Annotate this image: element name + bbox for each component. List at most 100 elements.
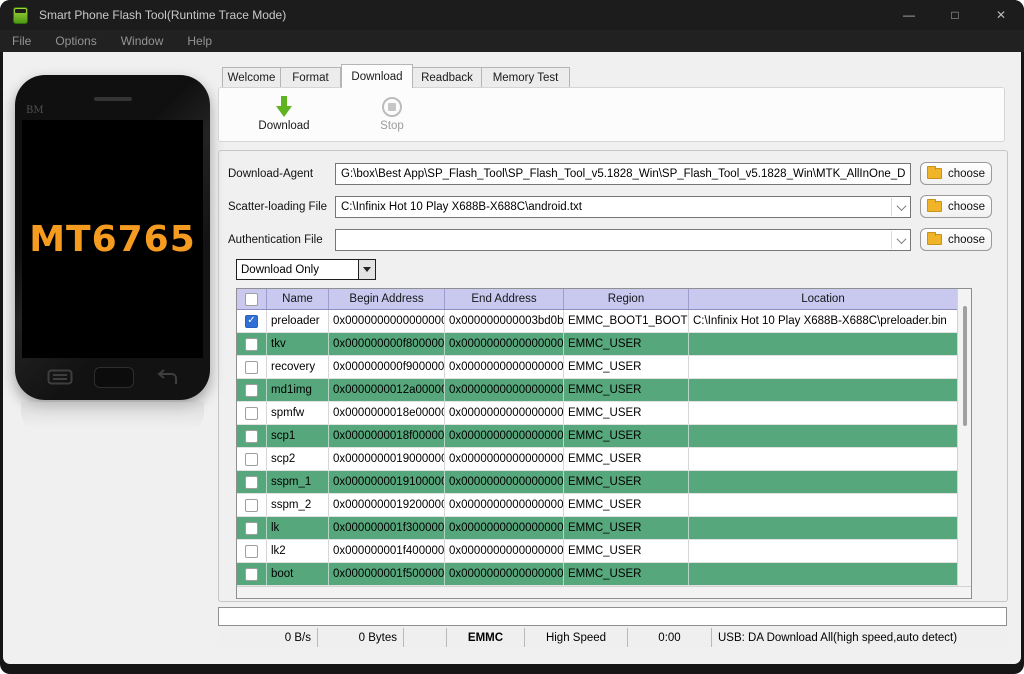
cell-end: 0x0000000000000000 (445, 563, 564, 585)
table-row[interactable]: preloader0x00000000000000000x00000000000… (237, 310, 957, 333)
title-bar: Smart Phone Flash Tool(Runtime Trace Mod… (0, 0, 1024, 30)
menu-help[interactable]: Help (175, 30, 224, 52)
cell-begin: 0x0000000019100000 (329, 471, 445, 493)
table-row[interactable]: sspm_10x00000000191000000x00000000000000… (237, 471, 957, 494)
row-checkbox[interactable] (245, 430, 258, 443)
col-name: Name (267, 289, 329, 309)
menu-file[interactable]: File (0, 30, 43, 52)
dropdown-arrow-icon[interactable] (358, 260, 375, 279)
minimize-button[interactable]: — (886, 0, 932, 30)
row-checkbox[interactable] (245, 453, 258, 466)
maximize-button[interactable]: □ (932, 0, 978, 30)
row-checkbox-cell (237, 402, 267, 424)
cell-end: 0x0000000000000000 (445, 471, 564, 493)
phone-screen: MT6765 (22, 120, 203, 358)
cell-begin: 0x0000000000000000 (329, 310, 445, 332)
tab-download[interactable]: Download (341, 64, 413, 88)
stop-button-label: Stop (347, 120, 437, 132)
table-row[interactable]: md1img0x0000000012a000000x00000000000000… (237, 379, 957, 402)
table-row[interactable]: recovery0x000000000f9000000x000000000000… (237, 356, 957, 379)
row-checkbox[interactable] (245, 568, 258, 581)
row-checkbox-cell (237, 448, 267, 470)
row-checkbox[interactable] (245, 545, 258, 558)
folder-icon (927, 201, 942, 212)
folder-icon (927, 234, 942, 245)
cell-name: sspm_1 (267, 471, 329, 493)
tab-readback[interactable]: Readback (413, 67, 482, 88)
table-row[interactable]: boot0x000000001f5000000x0000000000000000… (237, 563, 957, 586)
menu-nav-icon (47, 369, 73, 385)
cell-location (689, 379, 957, 401)
auth-combo-arrow-icon[interactable] (891, 231, 910, 249)
auth-file-input[interactable] (335, 229, 911, 251)
table-row[interactable]: scp10x0000000018f000000x0000000000000000… (237, 425, 957, 448)
table-row[interactable]: sspm_20x00000000192000000x00000000000000… (237, 494, 957, 517)
status-time: 0:00 (628, 628, 712, 647)
cell-location (689, 425, 957, 447)
phone-reflection (21, 402, 204, 436)
cell-location (689, 517, 957, 539)
cell-name: boot (267, 563, 329, 585)
cell-location (689, 356, 957, 378)
scrollbar-thumb[interactable] (963, 306, 967, 426)
app-window: Smart Phone Flash Tool(Runtime Trace Mod… (0, 0, 1024, 674)
status-bar: 0 B/s 0 Bytes EMMC High Speed 0:00 USB: … (218, 628, 1007, 647)
row-checkbox[interactable] (245, 407, 258, 420)
download-button[interactable]: Download (239, 94, 329, 132)
scatter-file-input[interactable] (335, 196, 911, 218)
table-row[interactable]: lk20x000000001f4000000x0000000000000000E… (237, 540, 957, 563)
table-row[interactable]: scp20x00000000190000000x0000000000000000… (237, 448, 957, 471)
table-vertical-scrollbar[interactable] (957, 289, 971, 586)
download-agent-choose-button[interactable]: choose (920, 162, 992, 185)
window-controls: — □ ✕ (886, 0, 1024, 30)
cell-region: EMMC_BOOT1_BOOT2 (564, 310, 689, 332)
row-checkbox[interactable] (245, 384, 258, 397)
progress-bar (218, 607, 1007, 626)
scatter-combo-arrow-icon[interactable] (891, 198, 910, 216)
phone-brand-label: BM (26, 105, 44, 116)
table-row[interactable]: lk0x000000001f3000000x0000000000000000EM… (237, 517, 957, 540)
row-checkbox-cell (237, 563, 267, 585)
auth-file-label: Authentication File (228, 234, 323, 246)
auth-file-choose-button[interactable]: choose (920, 228, 992, 251)
chipset-label: MT6765 (29, 219, 196, 260)
download-agent-input[interactable] (335, 163, 911, 185)
row-checkbox-cell (237, 310, 267, 332)
cell-name: recovery (267, 356, 329, 378)
close-button[interactable]: ✕ (978, 0, 1024, 30)
select-all-checkbox[interactable] (245, 293, 258, 306)
cell-name: tkv (267, 333, 329, 355)
table-row[interactable]: tkv0x000000000f8000000x0000000000000000E… (237, 333, 957, 356)
cell-end: 0x0000000000000000 (445, 425, 564, 447)
status-empty (404, 628, 447, 647)
cell-begin: 0x0000000012a00000 (329, 379, 445, 401)
row-checkbox-cell (237, 494, 267, 516)
phone-graphic: BM MT6765 (15, 75, 210, 400)
menu-options[interactable]: Options (43, 30, 108, 52)
row-checkbox[interactable] (245, 315, 258, 328)
table-row[interactable]: spmfw0x0000000018e000000x000000000000000… (237, 402, 957, 425)
download-agent-label: Download-Agent (228, 168, 313, 180)
tab-memory-test[interactable]: Memory Test (482, 67, 570, 88)
row-checkbox[interactable] (245, 361, 258, 374)
tab-welcome[interactable]: Welcome (222, 67, 281, 88)
tab-format[interactable]: Format (281, 67, 341, 88)
stop-icon (382, 97, 402, 117)
menu-window[interactable]: Window (109, 30, 176, 52)
cell-region: EMMC_USER (564, 333, 689, 355)
row-checkbox[interactable] (245, 476, 258, 489)
row-checkbox[interactable] (245, 499, 258, 512)
app-icon (13, 7, 28, 24)
scatter-file-choose-button[interactable]: choose (920, 195, 992, 218)
download-mode-dropdown[interactable]: Download Only (236, 259, 376, 280)
status-bytes: 0 Bytes (318, 628, 404, 647)
stop-button[interactable]: Stop (347, 94, 437, 132)
row-checkbox[interactable] (245, 522, 258, 535)
cell-begin: 0x000000000f800000 (329, 333, 445, 355)
row-checkbox-cell (237, 517, 267, 539)
status-usb-speed: High Speed (525, 628, 628, 647)
table-horizontal-scrollbar[interactable] (237, 586, 971, 598)
cell-end: 0x0000000000000000 (445, 448, 564, 470)
row-checkbox[interactable] (245, 338, 258, 351)
cell-region: EMMC_USER (564, 540, 689, 562)
